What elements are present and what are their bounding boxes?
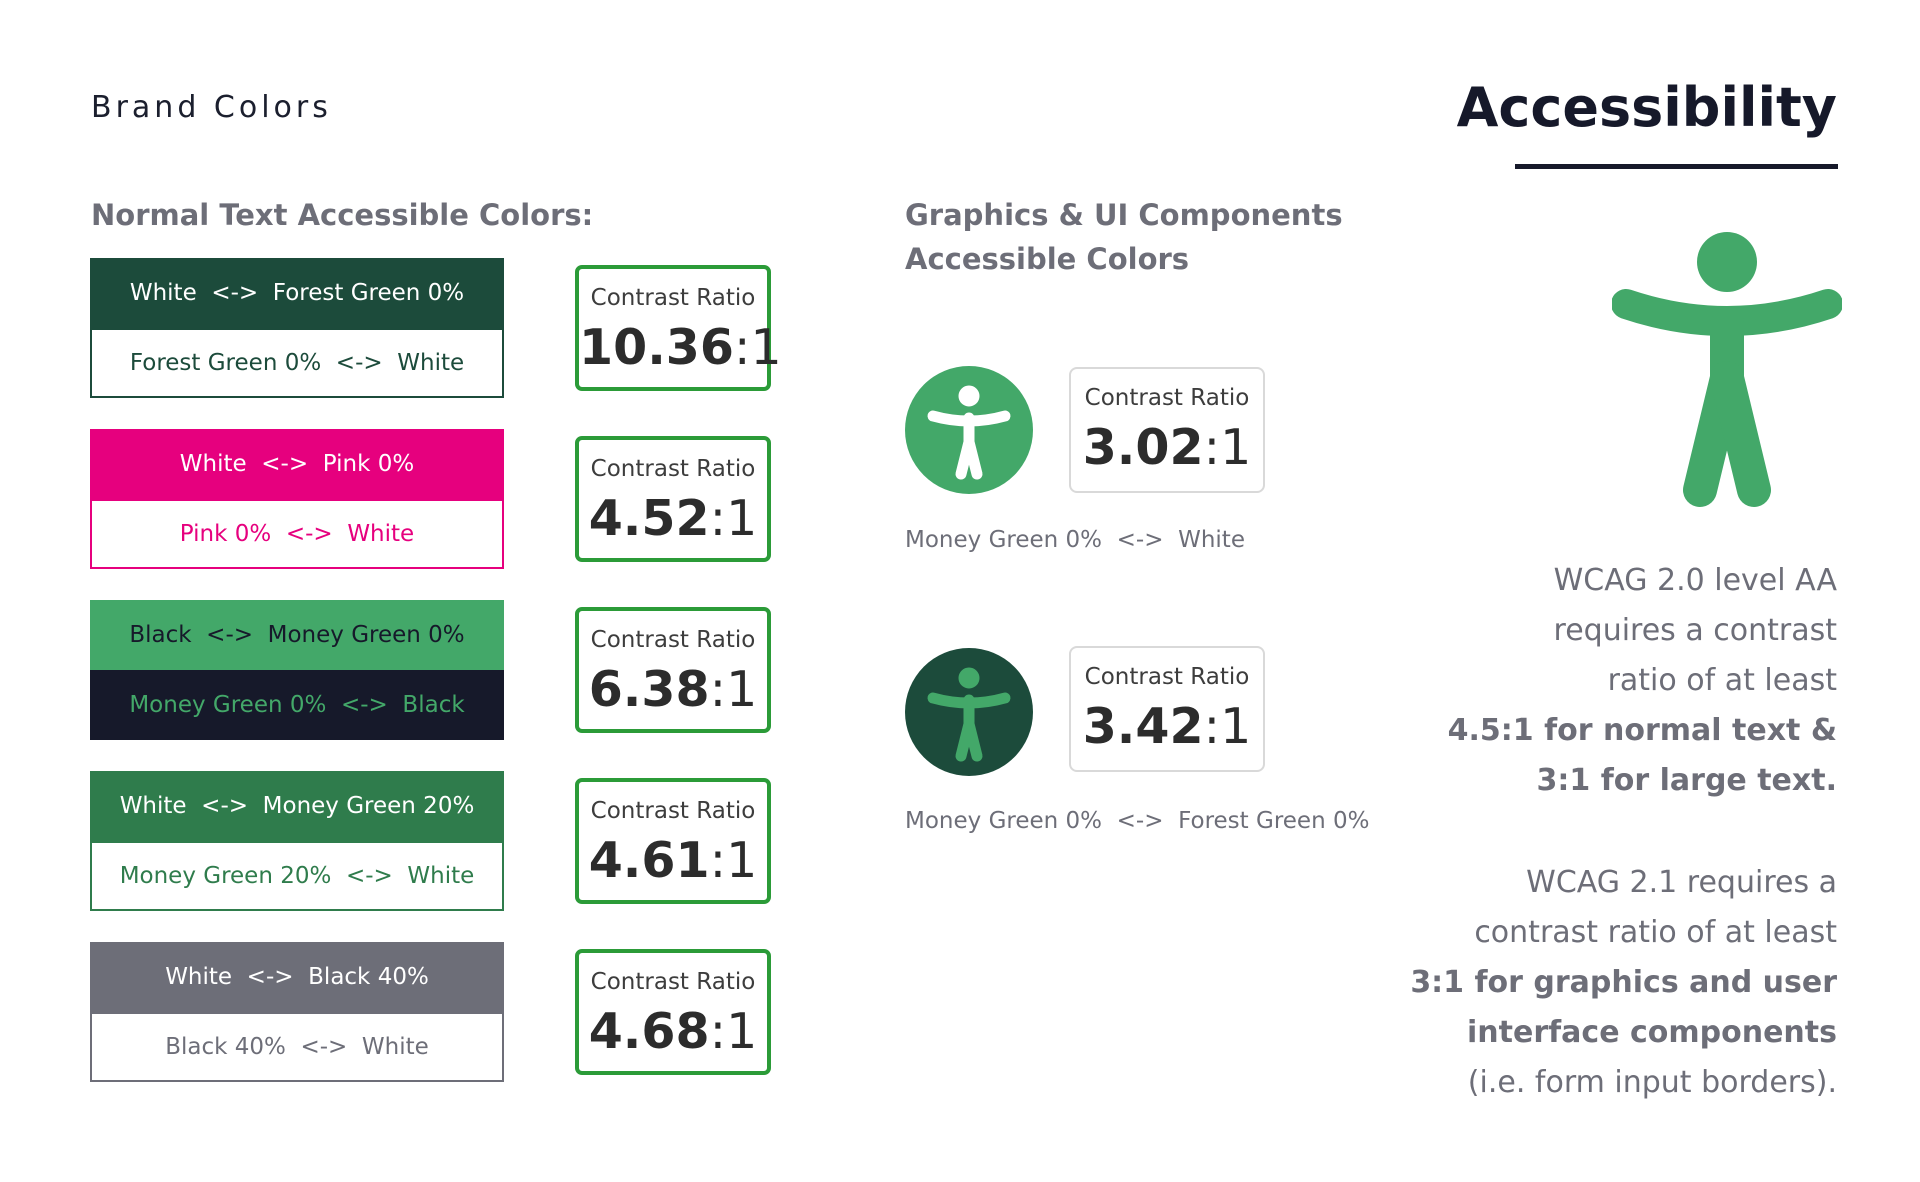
ratio-label: Contrast Ratio bbox=[590, 627, 756, 653]
title-underline bbox=[1515, 164, 1838, 169]
ratio-value: 4.61:1 bbox=[588, 832, 758, 889]
contrast-ratio-box-3: Contrast Ratio 6.38:1 bbox=[575, 607, 771, 733]
ratio-value: 4.68:1 bbox=[588, 1003, 758, 1060]
ratio-value: 3.42:1 bbox=[1082, 698, 1252, 755]
ratio-label: Contrast Ratio bbox=[590, 285, 756, 311]
normal-text-heading: Normal Text Accessible Colors: bbox=[91, 198, 594, 232]
swatch-top-4: White <-> Money Green 20% bbox=[90, 771, 504, 841]
ratio-value: 6.38:1 bbox=[588, 661, 758, 718]
wcag-21-bold-1: 3:1 for graphics and user bbox=[1410, 965, 1837, 1000]
ratio-label: Contrast Ratio bbox=[590, 456, 756, 482]
accessibility-person-icon bbox=[905, 648, 1033, 776]
wcag-aa-line-3: ratio of at least bbox=[1607, 663, 1837, 698]
swatch-top-5: White <-> Black 40% bbox=[90, 942, 504, 1012]
graphics-ratio-box-1: Contrast Ratio 3.02:1 bbox=[1069, 367, 1265, 493]
brand-colors-label: Brand Colors bbox=[91, 90, 332, 125]
wcag-21-line-2: contrast ratio of at least bbox=[1474, 915, 1837, 950]
swatch-top-1: White <-> Forest Green 0% bbox=[90, 258, 504, 328]
contrast-ratio-box-4: Contrast Ratio 4.61:1 bbox=[575, 778, 771, 904]
ratio-value: 10.36:1 bbox=[579, 319, 782, 376]
swatch-bottom-4: Money Green 20% <-> White bbox=[90, 841, 504, 911]
graphics-heading: Graphics & UI Components Accessible Colo… bbox=[905, 193, 1343, 281]
wcag-21-tail: (i.e. form input borders). bbox=[1467, 1065, 1837, 1100]
page-title: Accessibility bbox=[1456, 76, 1837, 139]
graphics-caption-2: Money Green 0% <-> Forest Green 0% bbox=[905, 808, 1370, 834]
wcag-21-text: WCAG 2.1 requires a contrast ratio of at… bbox=[1410, 858, 1837, 1108]
ratio-label: Contrast Ratio bbox=[1084, 385, 1250, 411]
large-accessibility-icon bbox=[1611, 228, 1843, 508]
contrast-ratio-box-2: Contrast Ratio 4.52:1 bbox=[575, 436, 771, 562]
ratio-value: 3.02:1 bbox=[1082, 419, 1252, 476]
ratio-label: Contrast Ratio bbox=[590, 798, 756, 824]
swatch-bottom-3: Money Green 0% <-> Black bbox=[90, 670, 504, 740]
ratio-label: Contrast Ratio bbox=[1084, 664, 1250, 690]
swatch-bottom-2: Pink 0% <-> White bbox=[90, 499, 504, 569]
swatch-top-2: White <-> Pink 0% bbox=[90, 429, 504, 499]
wcag-aa-line-1: WCAG 2.0 level AA bbox=[1553, 563, 1837, 598]
contrast-ratio-box-1: Contrast Ratio 10.36:1 bbox=[575, 265, 782, 391]
graphics-heading-line2: Accessible Colors bbox=[905, 242, 1190, 276]
swatch-bottom-5: Black 40% <-> White bbox=[90, 1012, 504, 1082]
swatch-top-3: Black <-> Money Green 0% bbox=[90, 600, 504, 670]
graphics-ratio-box-2: Contrast Ratio 3.42:1 bbox=[1069, 646, 1265, 772]
accessibility-person-icon bbox=[905, 366, 1033, 494]
contrast-ratio-box-5: Contrast Ratio 4.68:1 bbox=[575, 949, 771, 1075]
swatch-bottom-1: Forest Green 0% <-> White bbox=[90, 328, 504, 398]
wcag-aa-line-2: requires a contrast bbox=[1553, 613, 1837, 648]
graphics-caption-1: Money Green 0% <-> White bbox=[905, 527, 1245, 553]
wcag-aa-bold-1: 4.5:1 for normal text & bbox=[1447, 713, 1837, 748]
graphics-heading-line1: Graphics & UI Components bbox=[905, 198, 1343, 232]
wcag-aa-text: WCAG 2.0 level AA requires a contrast ra… bbox=[1448, 556, 1837, 806]
ratio-label: Contrast Ratio bbox=[590, 969, 756, 995]
ratio-value: 4.52:1 bbox=[588, 490, 758, 547]
wcag-21-bold-2: interface components bbox=[1467, 1015, 1837, 1050]
wcag-aa-bold-2: 3:1 for large text. bbox=[1536, 763, 1837, 798]
wcag-21-line-1: WCAG 2.1 requires a bbox=[1526, 865, 1837, 900]
